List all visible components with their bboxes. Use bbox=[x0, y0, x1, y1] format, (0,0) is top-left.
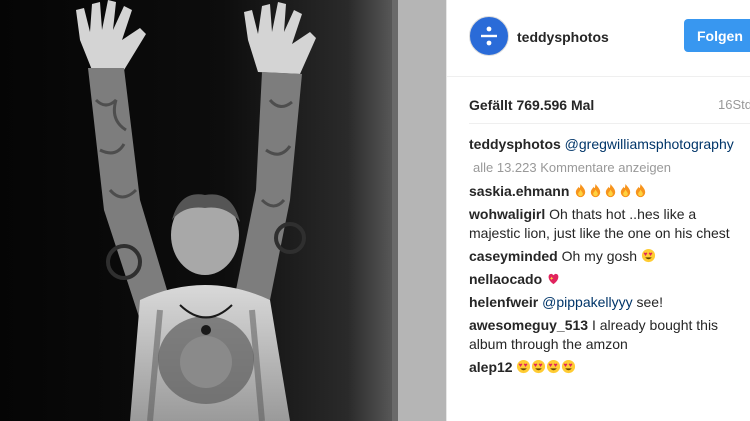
comment-list: saskia.ehmann wohwaligirl Oh thats hot .… bbox=[469, 182, 741, 377]
post-header: teddysphotos Folgen bbox=[447, 0, 750, 77]
caption-username[interactable]: teddysphotos bbox=[469, 136, 561, 152]
heart-eyes-emoji bbox=[641, 248, 656, 263]
fire-emoji bbox=[576, 183, 586, 198]
post-username[interactable]: teddysphotos bbox=[517, 29, 609, 45]
comment-username[interactable]: awesomeguy_513 bbox=[469, 317, 588, 333]
post-sidebar: teddysphotos Folgen Gefällt 769.596 Mal … bbox=[447, 0, 750, 421]
comment-username[interactable]: wohwaligirl bbox=[469, 206, 545, 222]
caption-mention[interactable]: @gregwilliamsphotography bbox=[565, 136, 734, 152]
photo-image bbox=[0, 0, 446, 421]
comment-row: wohwaligirl Oh thats hot ..hes like a ma… bbox=[469, 205, 741, 243]
heart-eyes-emoji bbox=[547, 359, 561, 374]
comment-row: awesomeguy_513 I already bought this alb… bbox=[469, 316, 741, 354]
comment-text: see! bbox=[636, 294, 663, 310]
heart-eyes-emoji bbox=[532, 359, 546, 374]
follow-button[interactable]: Folgen bbox=[684, 19, 750, 52]
fire-emoji bbox=[591, 183, 601, 198]
post-photo[interactable] bbox=[0, 0, 446, 421]
fire-emoji bbox=[621, 183, 631, 198]
comments-section: teddysphotos @gregwilliamsphotography al… bbox=[469, 135, 741, 381]
heart-eyes-emoji bbox=[562, 359, 576, 374]
section-divider bbox=[469, 123, 750, 124]
comment-username[interactable]: nellaocado bbox=[469, 271, 542, 287]
caption: teddysphotos @gregwilliamsphotography bbox=[469, 135, 741, 154]
heart-eyes-emoji bbox=[517, 359, 531, 374]
comment-row: alep12 bbox=[469, 358, 741, 377]
comment-row: nellaocado bbox=[469, 270, 741, 289]
comment-username[interactable]: helenfweir bbox=[469, 294, 538, 310]
divide-logo-icon bbox=[481, 26, 497, 46]
comment-username[interactable]: caseyminded bbox=[469, 248, 558, 264]
comment-text: Oh my gosh bbox=[561, 248, 638, 264]
post-time[interactable]: 16Std bbox=[718, 97, 750, 112]
comment-username[interactable]: saskia.ehmann bbox=[469, 183, 569, 199]
comment-row: helenfweir @pippakellyyy see! bbox=[469, 293, 741, 312]
comment-mention[interactable]: @pippakellyyy bbox=[542, 294, 632, 310]
avatar[interactable] bbox=[469, 16, 509, 56]
comment-row: saskia.ehmann bbox=[469, 182, 741, 201]
comment-row: caseyminded Oh my gosh bbox=[469, 247, 741, 266]
sparkling-heart-emoji bbox=[548, 273, 559, 285]
comment-username[interactable]: alep12 bbox=[469, 359, 513, 375]
view-all-comments-link[interactable]: alle 13.223 Kommentare anzeigen bbox=[473, 158, 741, 177]
fire-emoji bbox=[636, 183, 646, 198]
fire-emoji bbox=[606, 183, 616, 198]
likes-count[interactable]: Gefällt 769.596 Mal bbox=[469, 97, 594, 113]
